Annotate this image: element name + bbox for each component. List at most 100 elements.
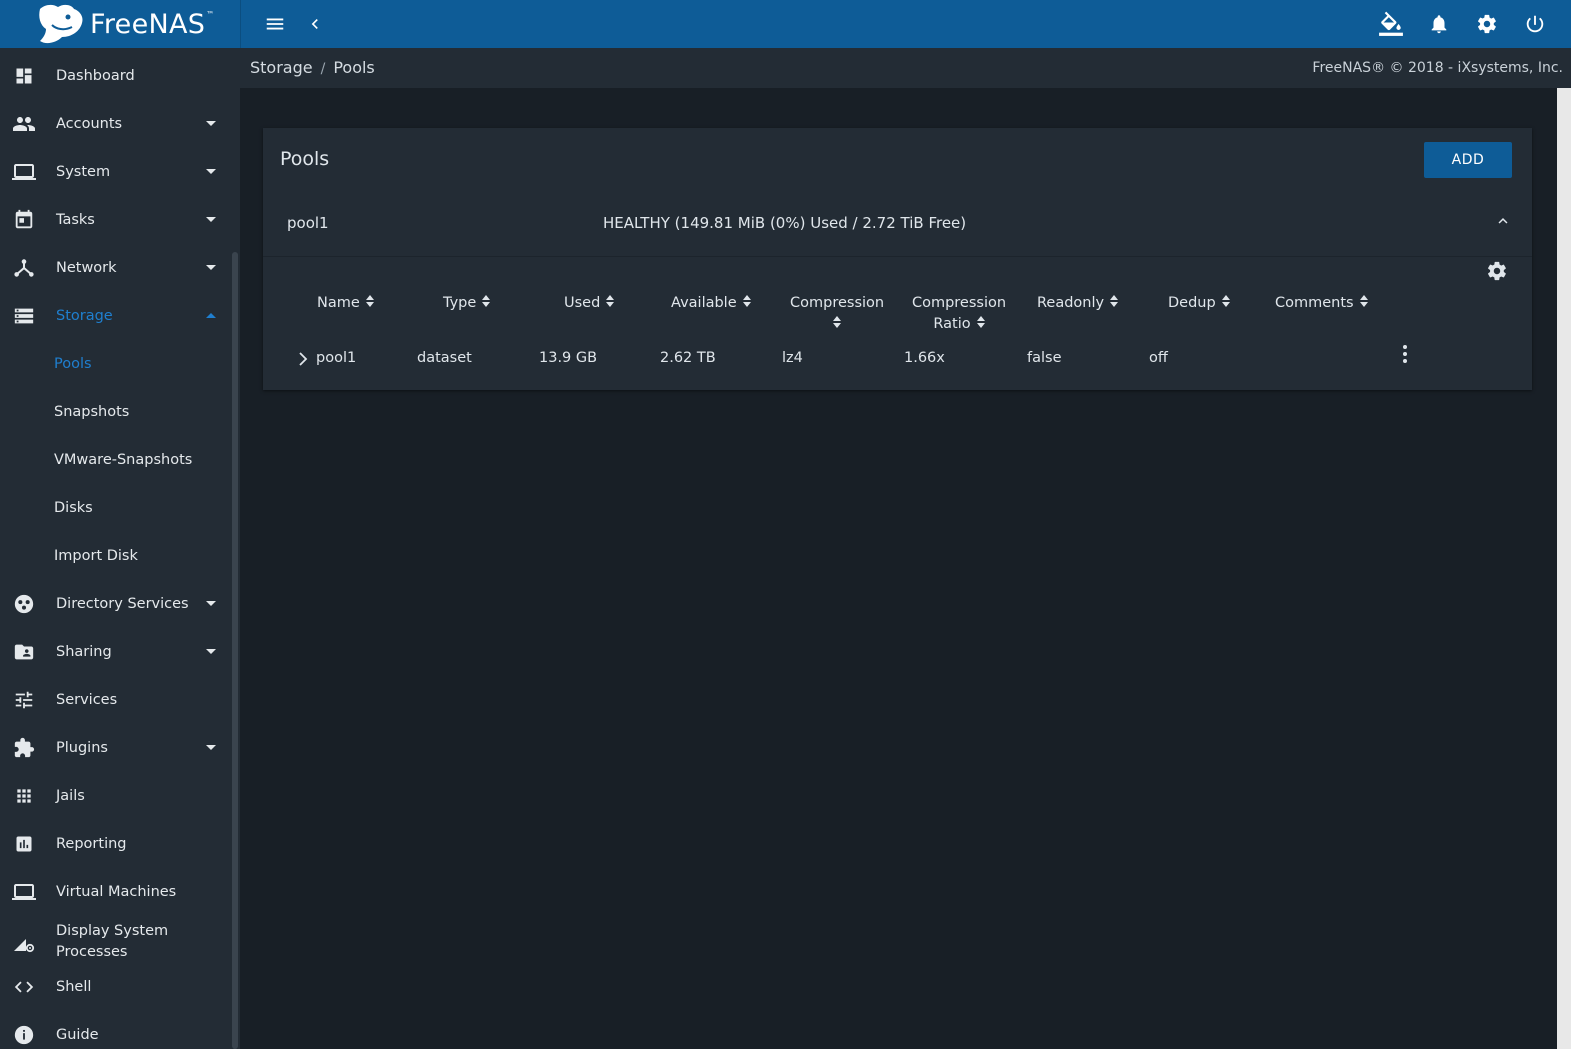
sidebar-item-network[interactable]: Network — [0, 244, 232, 292]
sidebar-item-label: Plugins — [56, 740, 108, 756]
sidebar: Dashboard Accounts System Tasks Network … — [0, 48, 240, 1049]
power-button[interactable] — [1515, 4, 1555, 44]
sidebar-item-accounts[interactable]: Accounts — [0, 100, 232, 148]
column-header-available[interactable]: Available — [671, 293, 751, 314]
menu-toggle-button[interactable] — [255, 4, 295, 44]
column-header-compression[interactable]: Compression — [790, 293, 884, 335]
directory-icon — [12, 592, 36, 616]
more-vert-icon[interactable] — [1397, 344, 1413, 364]
sidebar-item-tasks[interactable]: Tasks — [0, 196, 232, 244]
table-settings-gear-icon[interactable] — [1486, 260, 1508, 282]
sidebar-item-label: Reporting — [56, 836, 127, 852]
gear-icon — [1478, 14, 1496, 34]
sidebar-item-label: Directory Services — [56, 596, 189, 612]
sidebar-item-plugins[interactable]: Plugins — [0, 724, 232, 772]
sidebar-item-label: Shell — [56, 979, 92, 995]
tune-icon — [12, 688, 36, 712]
top-bar: FreeNAS ™ — [0, 0, 1571, 48]
info-icon — [12, 1023, 36, 1047]
collapse-sidebar-button[interactable] — [295, 4, 335, 44]
sort-icon — [1359, 295, 1368, 307]
column-header-used[interactable]: Used — [564, 293, 615, 314]
sidebar-item-label: Virtual Machines — [56, 884, 177, 900]
sidebar-item-label: Jails — [56, 788, 85, 804]
people-icon — [12, 112, 36, 136]
sort-icon — [482, 295, 491, 307]
sort-icon — [833, 316, 841, 328]
sidebar-item-virtual-machines[interactable]: Virtual Machines — [0, 868, 232, 916]
column-header-dedup[interactable]: Dedup — [1168, 293, 1230, 314]
sidebar-item-guide[interactable]: Guide — [0, 1011, 232, 1049]
main-scrollbar[interactable] — [1557, 88, 1571, 1049]
settings-button[interactable] — [1467, 4, 1507, 44]
theme-bucket-icon — [1379, 11, 1403, 36]
logo[interactable]: FreeNAS ™ — [0, 0, 241, 48]
code-icon — [12, 975, 36, 999]
sidebar-subitem-import-disk[interactable]: Import Disk — [0, 532, 232, 580]
caret-up-icon — [206, 313, 216, 318]
sidebar-item-dashboard[interactable]: Dashboard — [0, 52, 232, 100]
breadcrumb-storage[interactable]: Storage — [250, 58, 313, 77]
caret-down-icon — [206, 217, 216, 222]
bell-icon — [1431, 15, 1447, 34]
sidebar-item-directory-services[interactable]: Directory Services — [0, 580, 232, 628]
theme-button[interactable] — [1371, 4, 1411, 44]
storage-icon — [12, 304, 36, 328]
notifications-button[interactable] — [1419, 4, 1459, 44]
column-header-label: Used — [564, 295, 601, 311]
sort-icon — [742, 295, 751, 307]
add-pool-button[interactable]: ADD — [1424, 142, 1512, 178]
freenas-logo-icon — [39, 4, 83, 44]
column-header-comments[interactable]: Comments — [1275, 293, 1368, 314]
cell-name: pool1 — [316, 350, 357, 366]
caret-down-icon — [206, 745, 216, 750]
chevron-up-icon[interactable] — [1494, 212, 1512, 230]
sidebar-subitem-pools[interactable]: Pools — [0, 340, 232, 388]
copyright-text: FreeNAS® © 2018 - iXsystems, Inc. — [1312, 60, 1563, 76]
cell-compression-ratio: 1.66x — [904, 350, 945, 366]
caret-down-icon — [206, 121, 216, 126]
dashboard-icon — [12, 64, 36, 88]
sidebar-item-reporting[interactable]: Reporting — [0, 820, 232, 868]
logo-text: FreeNAS — [90, 8, 206, 40]
sidebar-item-shell[interactable]: Shell — [0, 963, 232, 1011]
sidebar-item-system[interactable]: System — [0, 148, 232, 196]
sidebar-subitem-vmware-snapshots[interactable]: VMware-Snapshots — [0, 436, 232, 484]
column-header-compression-ratio[interactable]: Compression Ratio — [909, 293, 1009, 335]
caret-down-icon — [206, 649, 216, 654]
pool-header-row[interactable]: pool1 HEALTHY (149.81 MiB (0%) Used / 2.… — [263, 192, 1532, 256]
sidebar-item-services[interactable]: Services — [0, 676, 232, 724]
sidebar-subitem-snapshots[interactable]: Snapshots — [0, 388, 232, 436]
chevron-right-icon[interactable] — [297, 352, 309, 366]
cell-type: dataset — [417, 350, 472, 366]
sidebar-subitem-label: Snapshots — [54, 404, 130, 420]
cell-readonly: false — [1027, 350, 1062, 366]
power-icon — [1526, 15, 1544, 33]
column-header-readonly[interactable]: Readonly — [1037, 293, 1119, 314]
computer-icon — [12, 880, 36, 904]
caret-down-icon — [206, 265, 216, 270]
column-header-type[interactable]: Type — [443, 293, 491, 314]
cell-available: 2.62 TB — [660, 350, 716, 366]
column-header-label: Available — [671, 295, 737, 311]
cell-compression: lz4 — [782, 350, 803, 366]
breadcrumb: Storage / Pools — [250, 58, 375, 77]
sidebar-item-label: System — [56, 164, 111, 180]
sidebar-item-label: Accounts — [56, 116, 123, 132]
sidebar-subitem-label: Pools — [54, 356, 92, 372]
folder-shared-icon — [12, 640, 36, 664]
column-header-label: Name — [317, 295, 360, 311]
sidebar-item-label: Display System Processes — [56, 923, 169, 960]
column-header-name[interactable]: Name — [317, 293, 374, 314]
sidebar-item-display-system-processes[interactable]: Display System Processes — [0, 916, 232, 968]
sidebar-subitem-label: VMware-Snapshots — [54, 452, 193, 468]
sidebar-item-jails[interactable]: Jails — [0, 772, 232, 820]
menu-icon — [266, 18, 284, 30]
sidebar-scrollbar[interactable] — [232, 252, 238, 1049]
laptop-icon — [12, 160, 36, 184]
caret-down-icon — [206, 169, 216, 174]
pool-status: HEALTHY (149.81 MiB (0%) Used / 2.72 TiB… — [603, 214, 967, 232]
sidebar-item-storage[interactable]: Storage — [0, 292, 232, 340]
sidebar-item-sharing[interactable]: Sharing — [0, 628, 232, 676]
sidebar-subitem-disks[interactable]: Disks — [0, 484, 232, 532]
